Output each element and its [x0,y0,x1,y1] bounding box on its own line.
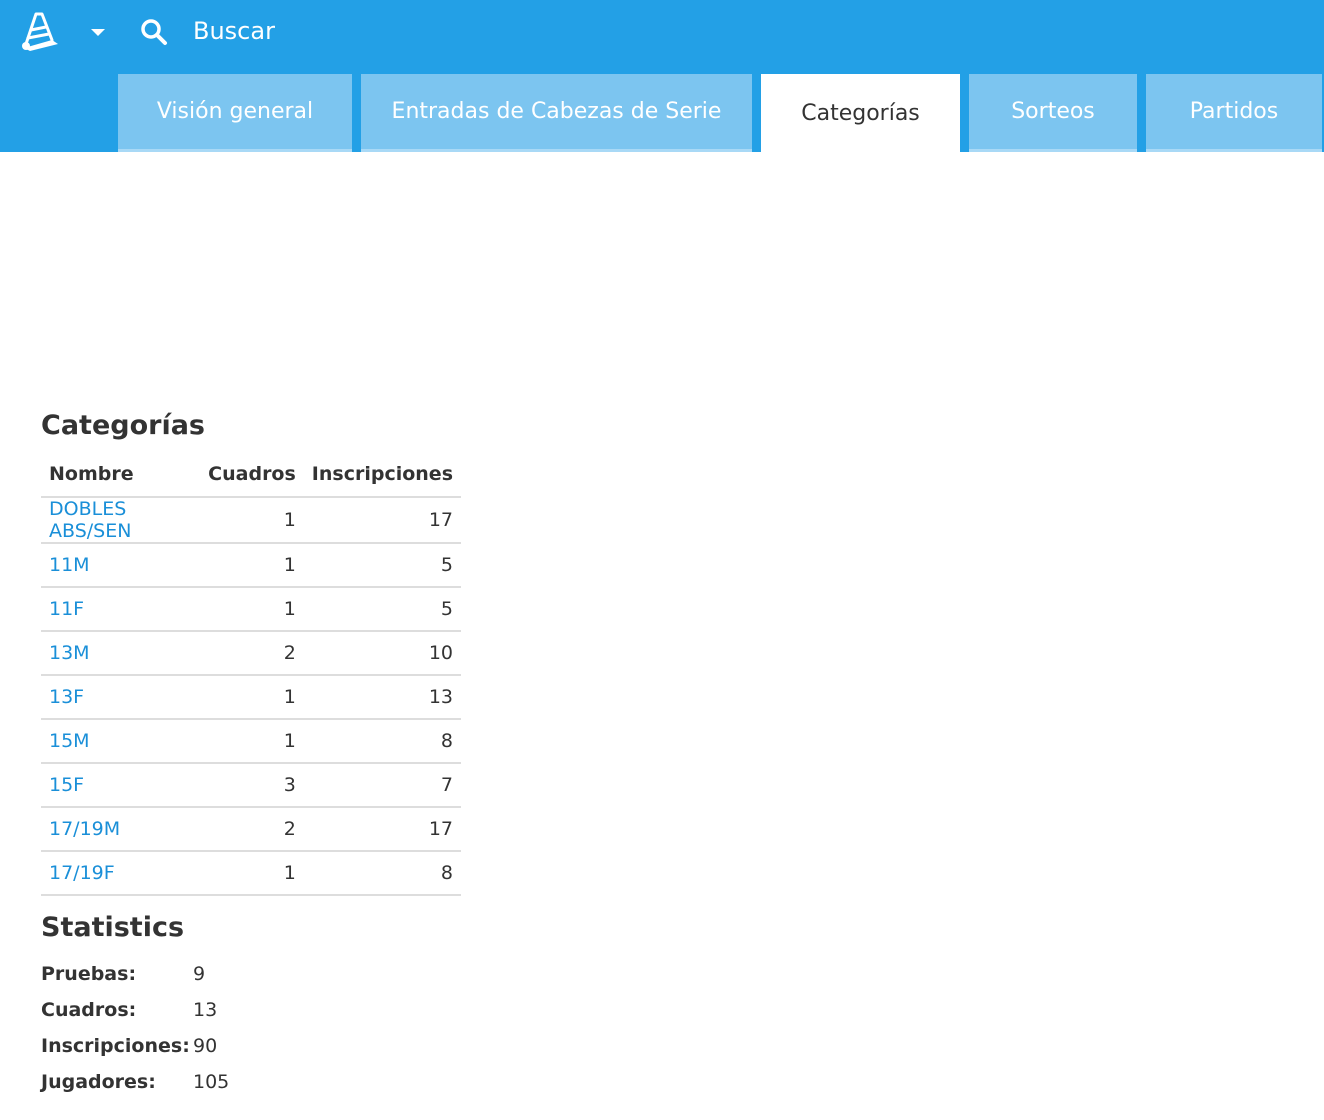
category-link[interactable]: 13F [49,686,84,708]
tab-categorias[interactable]: Categorías [761,74,960,152]
stat-value: 13 [193,999,218,1021]
inscripciones-cell: 13 [303,675,461,720]
shuttlecock-logo-icon[interactable] [18,10,62,52]
tab-sorteos[interactable]: Sorteos [969,74,1137,152]
table-row: 15M 1 8 [41,719,461,764]
inscripciones-cell: 10 [303,631,461,676]
column-header-cuadros: Cuadros [200,452,304,498]
stat-row-pruebas: Pruebas: 9 [41,956,229,992]
cuadros-cell: 1 [200,497,304,544]
inscripciones-cell: 7 [303,763,461,808]
table-row: 11F 1 5 [41,587,461,632]
cuadros-cell: 1 [200,675,304,720]
column-header-inscripciones: Inscripciones [303,452,461,498]
category-link[interactable]: 15M [49,730,90,752]
category-name-cell: 17/19M [41,807,201,852]
cuadros-cell: 1 [200,587,304,632]
table-row: 13M 2 10 [41,631,461,676]
stat-label: Cuadros: [41,999,137,1021]
category-link[interactable]: 11M [49,554,90,576]
caret-down-icon[interactable] [88,24,108,40]
cuadros-cell: 2 [200,631,304,676]
cuadros-cell: 1 [200,543,304,588]
stat-row-cuadros: Cuadros: 13 [41,992,229,1028]
stat-value: 90 [193,1035,218,1057]
tab-label: Partidos [1189,99,1279,124]
cuadros-cell: 1 [200,719,304,764]
category-link[interactable]: 15F [49,774,84,796]
top-navigation-bar: Buscar Visión general Entradas de Cabeza… [0,0,1324,152]
category-link[interactable]: DOBLES ABS/SEN [49,498,131,542]
inscripciones-cell: 17 [303,497,461,544]
category-link[interactable]: 17/19F [49,862,115,884]
tab-vision-general[interactable]: Visión general [118,74,352,152]
category-name-cell: DOBLES ABS/SEN [41,497,201,544]
category-link[interactable]: 13M [49,642,90,664]
statistics-heading: Statistics [41,912,185,943]
statistics-list: Pruebas: 9 Cuadros: 13 Inscripciones: 90… [41,956,229,1100]
category-name-cell: 17/19F [41,851,201,896]
category-link[interactable]: 11F [49,598,84,620]
inscripciones-cell: 8 [303,719,461,764]
category-name-cell: 15M [41,719,201,764]
search-icon[interactable] [140,18,168,46]
table-header-row: Nombre Cuadros Inscripciones [41,452,461,498]
table-row: 11M 1 5 [41,543,461,588]
tab-label: Entradas de Cabezas de Serie [391,99,722,124]
categories-table: Nombre Cuadros Inscripciones DOBLES ABS/… [41,452,461,896]
category-link[interactable]: 17/19M [49,818,120,840]
table-row: 15F 3 7 [41,763,461,808]
stat-label: Jugadores: [41,1071,156,1093]
stat-value: 9 [193,963,206,985]
category-name-cell: 13F [41,675,201,720]
tab-label: Sorteos [1011,99,1095,124]
table-row: 13F 1 13 [41,675,461,720]
stat-row-inscripciones: Inscripciones: 90 [41,1028,229,1064]
inscripciones-cell: 5 [303,543,461,588]
tab-label: Visión general [156,99,314,124]
stat-value: 105 [193,1071,230,1093]
stat-row-jugadores: Jugadores: 105 [41,1064,229,1100]
category-name-cell: 13M [41,631,201,676]
categories-heading: Categorías [41,410,205,441]
category-name-cell: 15F [41,763,201,808]
cuadros-cell: 1 [200,851,304,896]
category-name-cell: 11F [41,587,201,632]
cuadros-cell: 3 [200,763,304,808]
cuadros-cell: 2 [200,807,304,852]
category-name-cell: 11M [41,543,201,588]
table-row: 17/19F 1 8 [41,851,461,896]
inscripciones-cell: 8 [303,851,461,896]
table-row: DOBLES ABS/SEN 1 17 [41,497,461,544]
stat-label: Inscripciones: [41,1035,190,1057]
tab-entradas-cabezas-serie[interactable]: Entradas de Cabezas de Serie [361,74,752,152]
table-row: 17/19M 2 17 [41,807,461,852]
stat-label: Pruebas: [41,963,137,985]
search-link[interactable]: Buscar [193,14,275,48]
column-header-nombre: Nombre [41,452,201,498]
tab-partidos[interactable]: Partidos [1146,74,1322,152]
tab-label: Categorías [801,100,920,126]
inscripciones-cell: 17 [303,807,461,852]
inscripciones-cell: 5 [303,587,461,632]
